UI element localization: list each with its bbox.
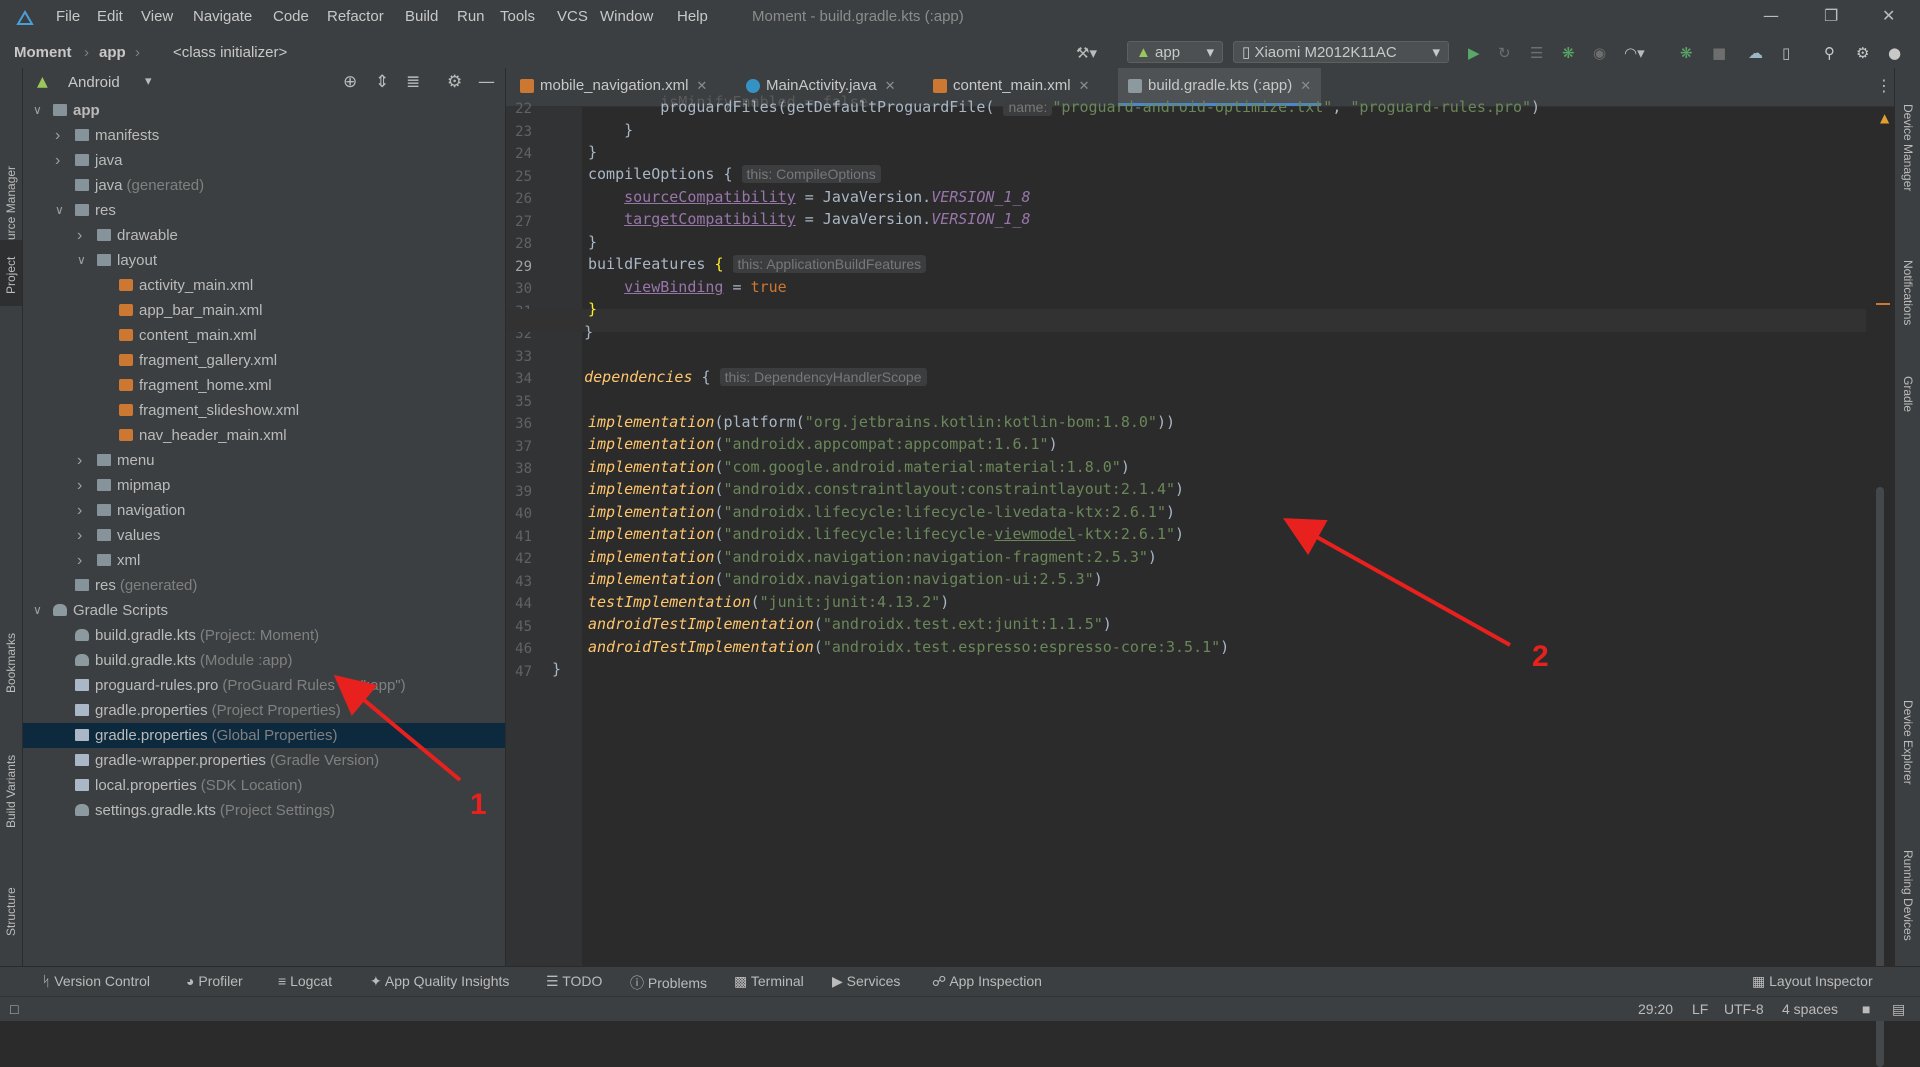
status-bar: □ 29:20 LF UTF-8 4 spaces ■ ▤ bbox=[0, 996, 1920, 1021]
annotation-arrow-1 bbox=[333, 674, 462, 782]
annotation-arrow-2 bbox=[1283, 518, 1511, 647]
status-toggle-icon[interactable]: □ bbox=[10, 1001, 18, 1017]
gauge-icon: ◕ bbox=[186, 973, 195, 989]
caret-position[interactable]: 29:20 bbox=[1638, 1001, 1673, 1017]
terminal-icon: ▩ bbox=[734, 973, 748, 989]
file-encoding[interactable]: UTF-8 bbox=[1724, 1001, 1764, 1017]
indent-setting[interactable]: 4 spaces bbox=[1782, 1001, 1838, 1017]
memory-indicator-icon[interactable]: ▤ bbox=[1892, 1001, 1905, 1018]
version-control-tool[interactable]: ᛋ Version Control bbox=[42, 973, 150, 989]
list-icon: ☰ bbox=[546, 973, 559, 989]
services-icon: ▶ bbox=[832, 973, 843, 989]
insights-icon: ✦ bbox=[370, 973, 382, 989]
inspection-icon: ☍ bbox=[932, 973, 947, 989]
todo-tool[interactable]: ☰ TODO bbox=[546, 973, 602, 990]
lock-icon[interactable]: ■ bbox=[1862, 1001, 1870, 1017]
layout-inspector-icon: ▦ bbox=[1752, 973, 1766, 989]
app-inspection-tool[interactable]: ☍ App Inspection bbox=[932, 973, 1042, 990]
logcat-tool[interactable]: ≡ Logcat bbox=[278, 973, 332, 989]
profiler-tool[interactable]: ◕ Profiler bbox=[186, 973, 243, 989]
annotation-label-1: 1 bbox=[470, 788, 487, 821]
services-tool[interactable]: ▶ Services bbox=[832, 973, 900, 990]
info-icon: ⓘ bbox=[630, 975, 644, 991]
log-icon: ≡ bbox=[278, 973, 287, 989]
terminal-tool[interactable]: ▩ Terminal bbox=[734, 973, 804, 990]
annotation-arrows bbox=[333, 518, 1511, 782]
layout-inspector-tool[interactable]: ▦ Layout Inspector bbox=[1752, 973, 1873, 990]
annotation-label-2: 2 bbox=[1532, 640, 1549, 673]
app-quality-insights-tool[interactable]: ✦ App Quality Insights bbox=[370, 973, 509, 990]
bottom-tool-bar: ᛋ Version Control ◕ Profiler ≡ Logcat ✦ … bbox=[0, 966, 1920, 997]
line-separator[interactable]: LF bbox=[1692, 1001, 1708, 1017]
problems-tool[interactable]: ⓘ Problems bbox=[630, 973, 707, 993]
branch-icon: ᛋ bbox=[42, 973, 51, 989]
